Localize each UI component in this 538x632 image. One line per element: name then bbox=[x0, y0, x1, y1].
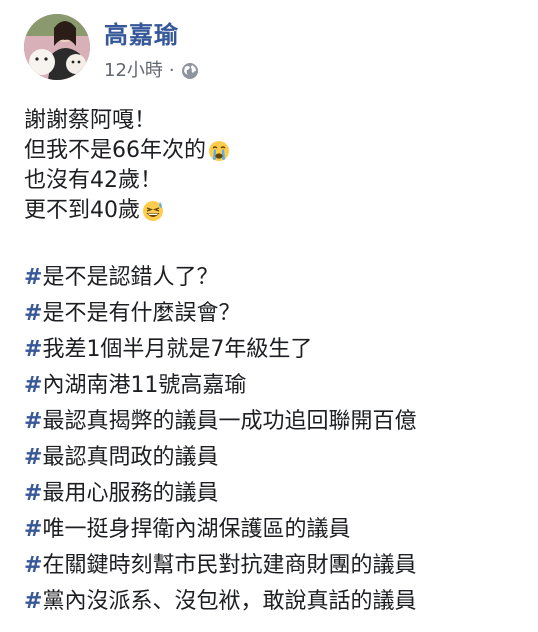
hashtag-text: 是不是認錯人了？ bbox=[42, 265, 219, 290]
hashtag-text: 內湖南港11號高嘉瑜 bbox=[42, 373, 247, 398]
hashtag-list: #是不是認錯人了？ #是不是有什麼誤會？ #我差1個半月就是7年級生了 #內湖南… bbox=[24, 260, 534, 620]
hashtag-text: 黨內沒派系、沒包袱，敢說真話的議員 bbox=[42, 589, 417, 614]
timestamp-row: 12小時 · bbox=[104, 60, 199, 82]
avatar[interactable] bbox=[24, 14, 90, 80]
hash-symbol: # bbox=[24, 445, 43, 470]
hashtag-link[interactable]: #是不是有什麼誤會？ bbox=[24, 296, 534, 332]
hashtag-link[interactable]: #最認真問政的議員 bbox=[24, 440, 534, 476]
hashtag-link[interactable]: #內湖南港11號高嘉瑜 bbox=[24, 368, 534, 404]
post-line-text: 但我不是66年次的 bbox=[24, 138, 206, 163]
hashtag-text: 最認真揭弊的議員一成功追回聯開百億 bbox=[42, 409, 417, 434]
hash-symbol: # bbox=[24, 337, 43, 362]
hashtag-text: 最認真問政的議員 bbox=[42, 445, 219, 470]
hashtag-link[interactable]: #是不是認錯人了？ bbox=[24, 260, 534, 296]
hashtag-link[interactable]: #唯一挺身捍衛內湖保護區的議員 bbox=[24, 512, 534, 548]
hashtag-text: 是不是有什麼誤會？ bbox=[42, 301, 241, 326]
hashtag-link[interactable]: #我差1個半月就是7年級生了 bbox=[24, 332, 534, 368]
post-line-text: 更不到40歲 bbox=[24, 198, 140, 223]
hash-symbol: # bbox=[24, 373, 43, 398]
hashtag-text: 我差1個半月就是7年級生了 bbox=[42, 337, 313, 362]
hash-symbol: # bbox=[24, 517, 43, 542]
post-header: 高嘉瑜 12小時 · bbox=[24, 14, 199, 94]
post-line: 也沒有42歲！ bbox=[24, 166, 524, 196]
hash-symbol: # bbox=[24, 301, 43, 326]
hash-symbol: # bbox=[24, 589, 43, 614]
hashtag-link[interactable]: #最認真揭弊的議員一成功追回聯開百億 bbox=[24, 404, 534, 440]
hash-symbol: # bbox=[24, 409, 43, 434]
hashtag-text: 最用心服務的議員 bbox=[42, 481, 219, 506]
post-line: 謝謝蔡阿嘎！ bbox=[24, 106, 524, 136]
post-line-text: 也沒有42歲！ bbox=[24, 168, 162, 193]
hashtag-link[interactable]: #黨內沒派系、沒包袱，敢說真話的議員 bbox=[24, 584, 534, 620]
grinning-sweat-emoji-icon bbox=[142, 200, 164, 222]
hashtag-link[interactable]: #最用心服務的議員 bbox=[24, 476, 534, 512]
avatar-photo bbox=[24, 14, 90, 80]
hash-symbol: # bbox=[24, 481, 43, 506]
crying-face-emoji-icon bbox=[208, 140, 230, 162]
facebook-post: 高嘉瑜 12小時 · 謝謝蔡阿嘎！ 但我不是66年次的 也沒有42歲！ 更不到4… bbox=[0, 0, 538, 632]
meta-separator: · bbox=[168, 60, 175, 81]
hash-symbol: # bbox=[24, 553, 43, 578]
post-line: 更不到40歲 bbox=[24, 196, 524, 226]
author-name[interactable]: 高嘉瑜 bbox=[104, 20, 199, 50]
post-body: 謝謝蔡阿嘎！ 但我不是66年次的 也沒有42歲！ 更不到40歲 bbox=[24, 106, 524, 226]
globe-icon[interactable] bbox=[181, 62, 199, 80]
hashtag-text: 在關鍵時刻幫市民對抗建商財團的議員 bbox=[42, 553, 417, 578]
post-line: 但我不是66年次的 bbox=[24, 136, 524, 166]
hashtag-link[interactable]: #在關鍵時刻幫市民對抗建商財團的議員 bbox=[24, 548, 534, 584]
hashtag-text: 唯一挺身捍衛內湖保護區的議員 bbox=[42, 517, 351, 542]
hash-symbol: # bbox=[24, 265, 43, 290]
post-meta: 高嘉瑜 12小時 · bbox=[104, 14, 199, 82]
post-line-text: 謝謝蔡阿嘎！ bbox=[24, 108, 157, 133]
timestamp[interactable]: 12小時 bbox=[104, 60, 163, 82]
